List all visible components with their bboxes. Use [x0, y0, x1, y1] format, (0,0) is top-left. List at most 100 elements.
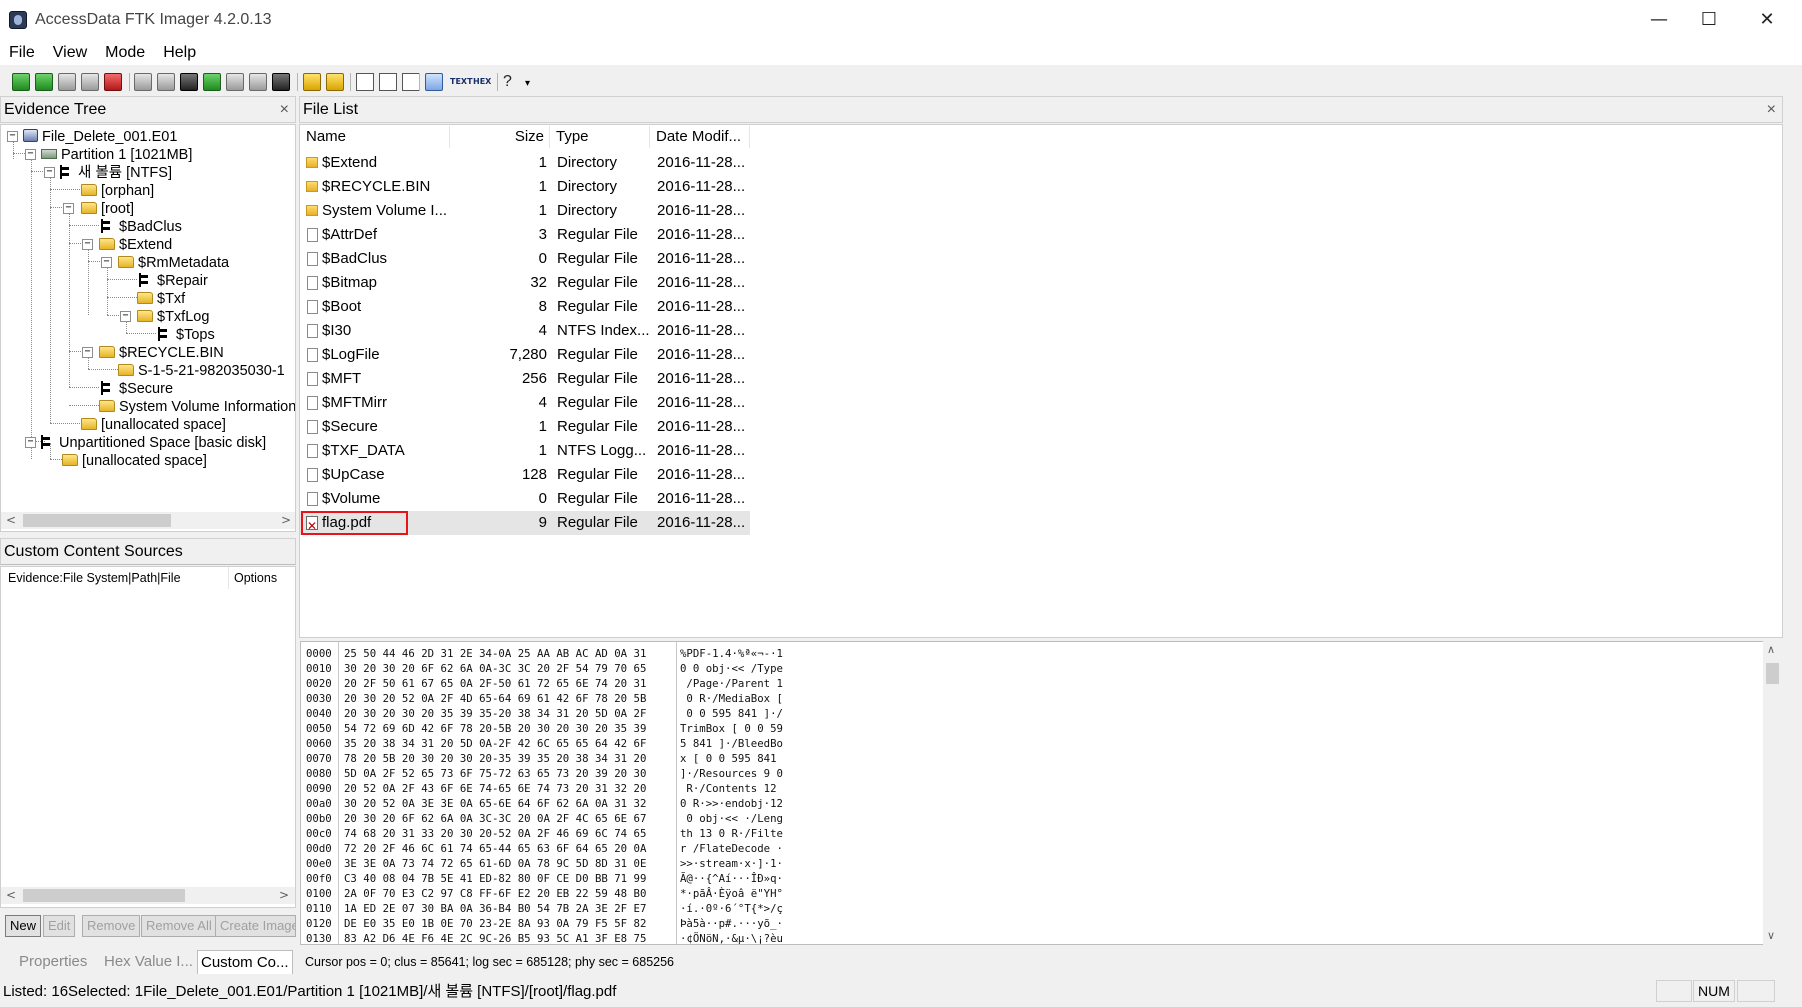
remove-evidence-item-icon[interactable]	[81, 73, 99, 91]
add-evidence-item-icon[interactable]	[12, 73, 30, 91]
tree-item-badclus[interactable]: $BadClus	[101, 218, 182, 236]
tree-item-extend[interactable]: $Extend	[99, 236, 172, 254]
tab-hex-value-interpreter[interactable]: Hex Value I...	[101, 950, 196, 974]
tree-item-evidence[interactable]: File_Delete_001.E01	[23, 128, 177, 146]
tree-item-recycle-bin[interactable]: $RECYCLE.BIN	[99, 344, 224, 362]
collapse-toggle[interactable]: −	[101, 257, 112, 268]
new-button[interactable]: New	[5, 915, 42, 937]
file-row[interactable]: $RECYCLE.BIN 1 Directory 2016-11-28...	[300, 175, 750, 199]
scrollbar-thumb[interactable]	[1766, 663, 1779, 684]
tree-item-unallocated[interactable]: [unallocated space]	[81, 416, 226, 434]
menu-file[interactable]: File	[0, 40, 44, 62]
dropdown-arrow-icon[interactable]: ▾	[525, 73, 543, 91]
column-size[interactable]: Size	[450, 126, 550, 148]
tree-item-unallocated-disk[interactable]: [unallocated space]	[62, 452, 207, 470]
column-name[interactable]: Name	[300, 126, 450, 148]
tree-item-repair[interactable]: $Repair	[139, 272, 208, 290]
tab-properties[interactable]: Properties	[16, 950, 98, 974]
add-all-attached-devices-icon[interactable]	[35, 73, 53, 91]
file-row[interactable]: $Extend 1 Directory 2016-11-28...	[300, 151, 750, 175]
collapse-toggle[interactable]: −	[25, 149, 36, 160]
tree-item-volume[interactable]: 새 볼륨 [NTFS]	[60, 164, 172, 182]
create-image-button[interactable]: Create Image	[215, 915, 296, 937]
scroll-left-icon[interactable]: <	[6, 888, 16, 902]
maximize-button[interactable]: ☐	[1680, 0, 1738, 40]
file-row[interactable]: $I30 4 NTFS Index... 2016-11-28...	[300, 319, 750, 343]
scrollbar-thumb[interactable]	[23, 889, 185, 902]
collapse-toggle[interactable]: −	[82, 239, 93, 250]
list-page-icon[interactable]	[402, 73, 420, 91]
remove-all-button[interactable]: Remove All	[141, 915, 217, 937]
tree-item-txf[interactable]: $Txf	[137, 290, 185, 308]
scroll-right-icon[interactable]: >	[279, 888, 289, 902]
hex-view-scrollbar[interactable]: ∧ ∨	[1763, 641, 1782, 945]
column-options[interactable]: Options	[230, 567, 292, 589]
file-row[interactable]: $LogFile 7,280 Regular File 2016-11-28...	[300, 343, 750, 367]
close-evidence-tree-icon[interactable]: ×	[280, 97, 289, 122]
tree-item-system-volume-information[interactable]: System Volume Information	[99, 398, 295, 416]
auto-view-mode-icon[interactable]	[425, 73, 443, 91]
remove-all-evidence-icon[interactable]	[104, 73, 122, 91]
scroll-left-icon[interactable]: <	[6, 513, 16, 527]
tree-item-secure[interactable]: $Secure	[101, 380, 173, 398]
decrypt-ad1-image-icon[interactable]	[249, 73, 267, 91]
tree-item-tops[interactable]: $Tops	[158, 326, 215, 344]
custom-content-scrollbar[interactable]: < >	[1, 887, 295, 904]
file-row[interactable]: $MFTMirr 4 Regular File 2016-11-28...	[300, 391, 750, 415]
column-type[interactable]: Type	[550, 126, 650, 148]
export-files-icon[interactable]	[303, 73, 321, 91]
text-view-icon[interactable]: TEXT	[450, 73, 473, 91]
file-row[interactable]: $TXF_DATA 1 NTFS Logg... 2016-11-28...	[300, 439, 750, 463]
file-row[interactable]: $MFT 256 Regular File 2016-11-28...	[300, 367, 750, 391]
verify-drive-image-icon[interactable]	[272, 73, 290, 91]
tab-custom-content[interactable]: Custom Co...	[197, 950, 293, 974]
collapse-toggle[interactable]: −	[44, 167, 55, 178]
menu-view[interactable]: View	[44, 40, 96, 62]
file-row[interactable]: $Bitmap 32 Regular File 2016-11-28...	[300, 271, 750, 295]
collapse-toggle[interactable]: −	[82, 347, 93, 358]
file-row[interactable]: $Boot 8 Regular File 2016-11-28...	[300, 295, 750, 319]
column-evidence[interactable]: Evidence:File System|Path|File	[1, 567, 229, 589]
tree-item-root[interactable]: [root]	[81, 200, 134, 218]
image-mounting-icon[interactable]	[58, 73, 76, 91]
collapse-toggle[interactable]: −	[120, 311, 131, 322]
text-page-icon[interactable]	[379, 73, 397, 91]
scroll-right-icon[interactable]: >	[281, 513, 291, 527]
create-custom-content-image-icon[interactable]	[226, 73, 244, 91]
tree-item-sid-folder[interactable]: S-1-5-21-982035030-1	[118, 362, 285, 380]
collapse-toggle[interactable]: −	[25, 437, 36, 448]
tree-item-partition[interactable]: Partition 1 [1021MB]	[41, 146, 192, 164]
file-row[interactable]: $AttrDef 3 Regular File 2016-11-28...	[300, 223, 750, 247]
help-icon[interactable]: ?	[503, 73, 521, 91]
remove-button[interactable]: Remove	[82, 915, 141, 937]
tree-item-rmmetadata[interactable]: $RmMetadata	[118, 254, 229, 272]
hex-view-icon[interactable]: HEX	[473, 73, 491, 91]
menu-mode[interactable]: Mode	[96, 40, 154, 62]
scroll-down-icon[interactable]: ∨	[1767, 929, 1775, 942]
add-to-custom-content-icon[interactable]	[203, 73, 221, 91]
file-row[interactable]: $Secure 1 Regular File 2016-11-28...	[300, 415, 750, 439]
collapse-toggle[interactable]: −	[7, 131, 18, 142]
hex-view[interactable]: 0000 25 50 44 46 2D 31 2E 34-0A 25 AA AB …	[300, 641, 1782, 945]
scrollbar-thumb[interactable]	[23, 514, 171, 527]
tree-item-orphan[interactable]: [orphan]	[81, 182, 154, 200]
menu-help[interactable]: Help	[154, 40, 205, 62]
evidence-tree-scrollbar[interactable]: < >	[1, 512, 295, 529]
export-disk-image-icon[interactable]	[157, 73, 175, 91]
tree-item-unpartitioned[interactable]: Unpartitioned Space [basic disk]	[41, 434, 266, 452]
file-row[interactable]: $UpCase 128 Regular File 2016-11-28...	[300, 463, 750, 487]
collapse-toggle[interactable]: −	[63, 203, 74, 214]
auto-view-icon[interactable]	[356, 73, 374, 91]
export-file-hash-list-icon[interactable]	[326, 73, 344, 91]
close-button[interactable]: ✕	[1738, 0, 1796, 40]
export-logical-image-icon[interactable]	[180, 73, 198, 91]
file-row[interactable]: $BadClus 0 Regular File 2016-11-28...	[300, 247, 750, 271]
create-disk-image-icon[interactable]	[134, 73, 152, 91]
tree-item-txflog[interactable]: $TxfLog	[137, 308, 209, 326]
file-row[interactable]: $Volume 0 Regular File 2016-11-28...	[300, 487, 750, 511]
scroll-up-icon[interactable]: ∧	[1767, 643, 1775, 656]
file-row[interactable]: System Volume I... 1 Directory 2016-11-28..…	[300, 199, 750, 223]
edit-button[interactable]: Edit	[43, 915, 76, 937]
close-file-list-icon[interactable]: ×	[1767, 97, 1776, 122]
column-date-modified[interactable]: Date Modif...	[650, 126, 750, 148]
